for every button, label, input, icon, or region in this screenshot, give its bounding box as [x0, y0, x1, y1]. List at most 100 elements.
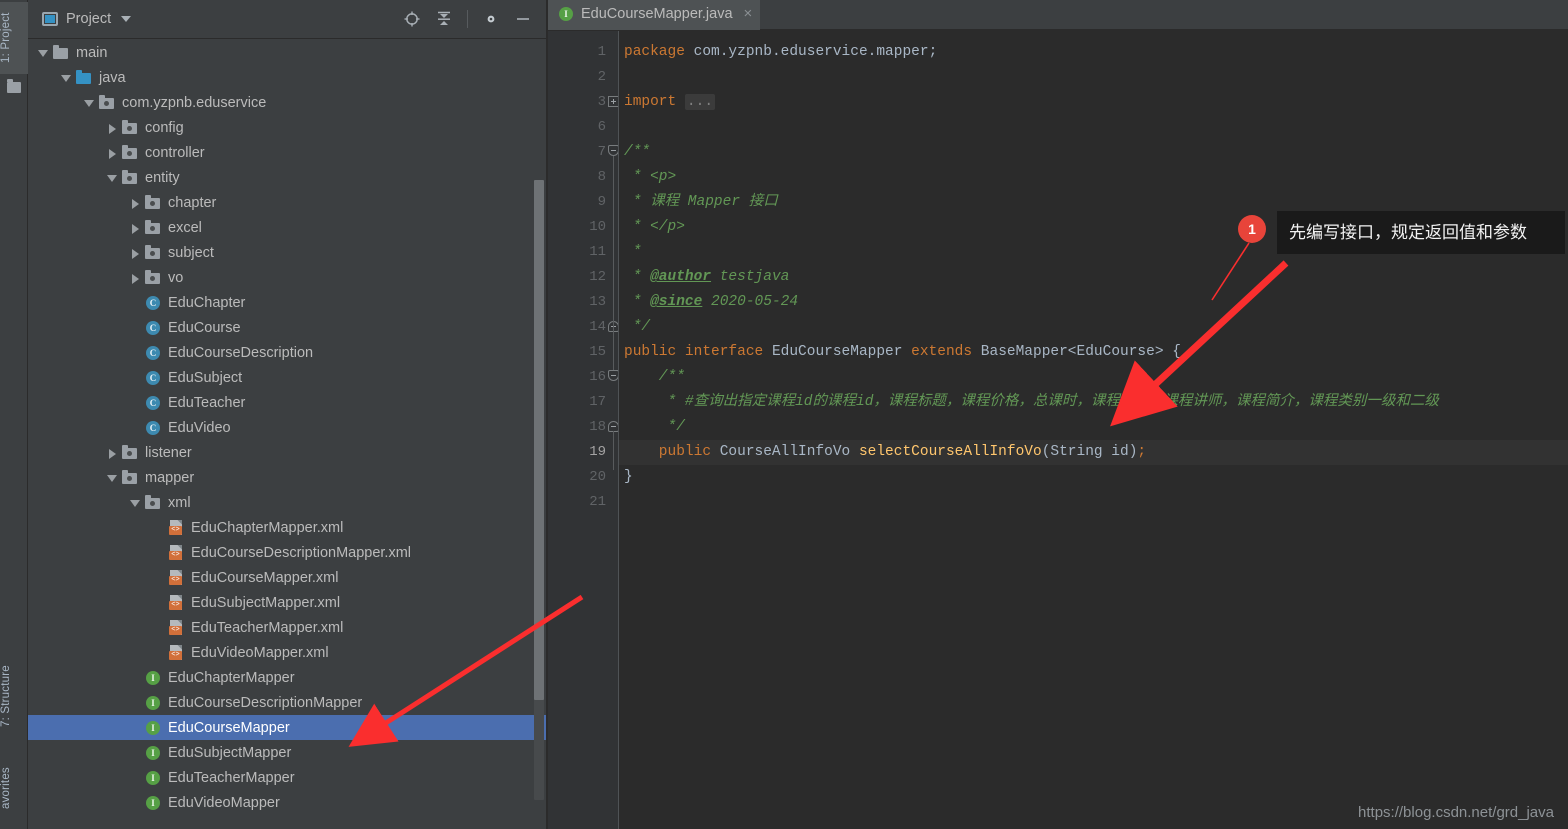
chevron-right-icon[interactable] [128, 270, 144, 286]
folder-icon [7, 79, 21, 93]
project-title-dropdown[interactable]: Project [36, 11, 132, 27]
chevron-down-icon[interactable] [36, 45, 52, 61]
tree-item-subject[interactable]: subject [28, 240, 548, 265]
code-line[interactable]: public interface EduCourseMapper extends… [619, 340, 1568, 365]
code-line[interactable]: public CourseAllInfoVo selectCourseAllIn… [619, 440, 1568, 465]
rail-button-favorites[interactable]: avorites [0, 748, 28, 828]
rail-button-structure[interactable]: 7: Structure [0, 656, 28, 736]
tree-item-eduvideo[interactable]: C EduVideo [28, 415, 548, 440]
chevron-down-icon[interactable] [105, 470, 121, 486]
interface-icon: I [144, 795, 162, 811]
chevron-down-icon[interactable] [59, 70, 75, 86]
collapse-all-icon[interactable] [435, 10, 453, 28]
tree-item-eduvideomapper-xml[interactable]: <> EduVideoMapper.xml [28, 640, 548, 665]
tree-item-label: xml [168, 494, 191, 511]
code-line[interactable]: * [619, 240, 1568, 265]
tree-item-chapter[interactable]: chapter [28, 190, 548, 215]
tree-item-educoursemapper[interactable]: I EduCourseMapper [28, 715, 548, 740]
gear-icon[interactable] [482, 10, 500, 28]
xml-file-icon: <> [167, 569, 185, 586]
chevron-right-icon[interactable] [128, 245, 144, 261]
tree-item-edusubjectmapper-xml[interactable]: <> EduSubjectMapper.xml [28, 590, 548, 615]
code-line[interactable]: } [619, 465, 1568, 490]
line-number: 9 [597, 194, 606, 210]
tree-item-excel[interactable]: excel [28, 215, 548, 240]
tree-item-java[interactable]: java [28, 65, 548, 90]
code-line[interactable]: * <p> [619, 165, 1568, 190]
tree-item-label: EduTeacherMapper [168, 769, 295, 786]
code-line[interactable]: * #查询出指定课程id的课程id，课程标题，课程价格，总课时，课程封面，课程讲… [619, 390, 1568, 415]
code-line[interactable]: import ... [619, 90, 1568, 115]
chevron-down-icon[interactable] [128, 495, 144, 511]
code-line[interactable]: */ [619, 415, 1568, 440]
chevron-right-icon[interactable] [105, 145, 121, 161]
close-icon[interactable]: × [744, 6, 753, 21]
tree-item-config[interactable]: config [28, 115, 548, 140]
tree-item-main[interactable]: main [28, 40, 548, 65]
code-token: * <p> [624, 169, 677, 185]
tree-item-eduvideomapper[interactable]: I EduVideoMapper [28, 790, 548, 815]
tree-item-educhaptermapper[interactable]: I EduChapterMapper [28, 665, 548, 690]
tree-item-educoursedescriptionmapper-xml[interactable]: <> EduCourseDescriptionMapper.xml [28, 540, 548, 565]
tree-item-educoursemapper-xml[interactable]: <> EduCourseMapper.xml [28, 565, 548, 590]
tree-item-mapper[interactable]: mapper [28, 465, 548, 490]
code-line[interactable] [619, 490, 1568, 515]
code-line[interactable]: /** [619, 365, 1568, 390]
project-tree[interactable]: main java com.yzpnb.eduservice config contro… [28, 40, 548, 829]
code-line[interactable] [619, 65, 1568, 90]
package-icon [144, 269, 162, 286]
tree-item-educoursedescriptionmapper[interactable]: I EduCourseDescriptionMapper [28, 690, 548, 715]
tree-item-edusubjectmapper[interactable]: I EduSubjectMapper [28, 740, 548, 765]
package-icon [121, 169, 139, 186]
locate-icon[interactable] [403, 10, 421, 28]
line-number-gutter[interactable]: 1 2 3 6 7 8 9 10 11 12 13 14 15 16 17 18 19 20 21 [548, 31, 619, 829]
minimize-icon[interactable] [514, 10, 532, 28]
tree-item-controller[interactable]: controller [28, 140, 548, 165]
tree-item-educourse[interactable]: C EduCourse [28, 315, 548, 340]
project-scrollbar[interactable] [534, 180, 544, 800]
chevron-down-icon[interactable] [105, 170, 121, 186]
tree-item-vo[interactable]: vo [28, 265, 548, 290]
chevron-right-icon[interactable] [105, 120, 121, 136]
code-line[interactable]: /** [619, 140, 1568, 165]
tree-item-label: EduCourseDescriptionMapper [168, 694, 363, 711]
tree-item-eduteacher[interactable]: C EduTeacher [28, 390, 548, 415]
interface-icon: I [144, 670, 162, 686]
code-token: id) [1102, 444, 1138, 460]
code-line[interactable]: */ [619, 315, 1568, 340]
code-line[interactable]: package com.yzpnb.eduservice.mapper; [619, 40, 1568, 65]
editor-tab-educoursemapper[interactable]: I EduCourseMapper.java × [548, 0, 761, 30]
tree-item-label: subject [168, 244, 214, 261]
chevron-down-icon[interactable] [82, 95, 98, 111]
package-icon [121, 119, 139, 136]
code-line[interactable]: * @since 2020-05-24 [619, 290, 1568, 315]
tree-item-xml[interactable]: xml [28, 490, 548, 515]
code-content[interactable]: package com.yzpnb.eduservice.mapper; impo… [619, 31, 1568, 829]
tree-item-eduteachermapper-xml[interactable]: <> EduTeacherMapper.xml [28, 615, 548, 640]
package-icon [144, 194, 162, 211]
tree-item-educoursedescription[interactable]: C EduCourseDescription [28, 340, 548, 365]
tree-item-educhapter[interactable]: C EduChapter [28, 290, 548, 315]
scrollbar-thumb[interactable] [534, 180, 544, 700]
line-number: 17 [589, 394, 606, 410]
chevron-down-icon[interactable] [121, 16, 132, 22]
rail-button-project[interactable]: 1: Project [0, 2, 28, 74]
code-line[interactable]: * @author testjava [619, 265, 1568, 290]
tree-item-educhaptermapper-xml[interactable]: <> EduChapterMapper.xml [28, 515, 548, 540]
tree-item-listener[interactable]: listener [28, 440, 548, 465]
tree-item-eduteachermapper[interactable]: I EduTeacherMapper [28, 765, 548, 790]
tree-item-label: main [76, 44, 108, 61]
code-line[interactable]: * </p> [619, 215, 1568, 240]
tree-item-edusubject[interactable]: C EduSubject [28, 365, 548, 390]
tree-item-com-yzpnb-eduservice[interactable]: com.yzpnb.eduservice [28, 90, 548, 115]
chevron-right-icon[interactable] [128, 220, 144, 236]
tree-item-entity[interactable]: entity [28, 165, 548, 190]
code-line[interactable]: * 课程 Mapper 接口 [619, 190, 1568, 215]
chevron-right-icon[interactable] [105, 445, 121, 461]
code-line[interactable] [619, 115, 1568, 140]
chevron-right-icon[interactable] [128, 195, 144, 211]
